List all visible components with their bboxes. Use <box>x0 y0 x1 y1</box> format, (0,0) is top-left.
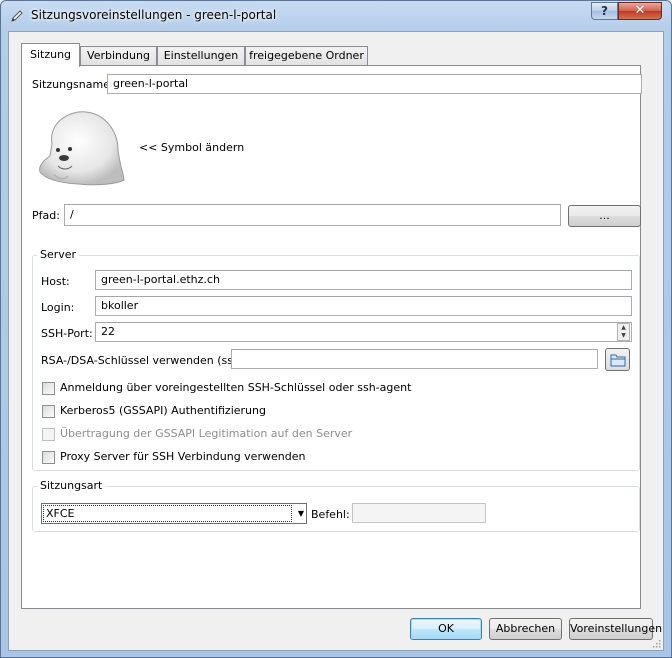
defaults-button[interactable]: Voreinstellungen <box>569 618 662 640</box>
host-label: Host: <box>41 275 70 288</box>
checkbox-box[interactable] <box>42 451 55 464</box>
browse-path-button[interactable]: ... <box>568 205 641 227</box>
tab-freigegebene-ordner[interactable]: freigegebene Ordner <box>245 46 368 66</box>
pencil-icon <box>11 10 23 22</box>
session-type-selected: XFCE <box>43 505 292 522</box>
tab-einstellungen[interactable]: Einstellungen <box>157 46 245 66</box>
window-title: Sitzungsvoreinstellungen - green-l-porta… <box>31 8 277 22</box>
ssh-agent-checkbox-label: Anmeldung über voreingestellten SSH-Schl… <box>60 381 412 394</box>
path-label: Pfad: <box>32 209 60 222</box>
checkbox-box[interactable] <box>42 405 55 418</box>
chevron-down-icon[interactable]: ▼ <box>618 332 629 340</box>
host-input[interactable]: green-l-portal.ethz.ch <box>95 270 632 290</box>
server-group-title: Server <box>37 248 80 261</box>
checkbox-box <box>42 428 55 441</box>
ssh-port-input[interactable]: 22 <box>95 322 632 342</box>
login-input[interactable]: bkoller <box>95 296 632 316</box>
tab-sitzung[interactable]: Sitzung <box>21 43 80 67</box>
dialog-client: Sitzung Verbindung Einstellungen freigeg… <box>8 31 664 651</box>
session-name-input[interactable]: green-l-portal <box>107 74 642 94</box>
ssh-port-label: SSH-Port: <box>41 327 93 340</box>
command-label: Befehl: <box>311 508 350 521</box>
resize-grip-icon[interactable] <box>651 638 661 648</box>
close-button[interactable]: ✕ <box>618 2 662 20</box>
seal-icon[interactable] <box>34 106 128 190</box>
folder-icon <box>610 354 626 367</box>
change-icon-link[interactable]: << Symbol ändern <box>139 141 244 154</box>
dialog-window: Sitzungsvoreinstellungen - green-l-porta… <box>0 0 672 658</box>
ssh-port-spinner[interactable]: ▲ ▼ <box>617 323 630 341</box>
proxy-checkbox-label: Proxy Server für SSH Verbindung verwende… <box>60 450 306 463</box>
session-type-select[interactable]: XFCE ▼ <box>41 503 307 524</box>
checkbox-box[interactable] <box>42 382 55 395</box>
gssapi-delegation-checkbox-label: Übertragung der GSSAPI Legitimation auf … <box>60 427 353 440</box>
browse-ssh-key-button[interactable] <box>605 348 630 371</box>
ok-button[interactable]: OK <box>410 618 482 640</box>
help-button[interactable]: ? <box>591 2 618 20</box>
path-input[interactable]: / <box>64 204 561 226</box>
command-input <box>352 503 486 523</box>
tab-verbindung[interactable]: Verbindung <box>80 46 157 66</box>
tab-panel-sitzung: Sitzungsname: green-l-portal << Symbol ä <box>21 65 642 609</box>
session-name-label: Sitzungsname: <box>32 78 114 91</box>
dropdown-arrow-icon[interactable]: ▼ <box>298 504 304 523</box>
login-label: Login: <box>41 301 75 314</box>
session-type-group-title: Sitzungsart <box>37 479 106 492</box>
title-bar[interactable]: Sitzungsvoreinstellungen - green-l-porta… <box>1 1 671 31</box>
chevron-up-icon[interactable]: ▲ <box>618 324 629 332</box>
kerberos-checkbox-label: Kerberos5 (GSSAPI) Authentifizierung <box>60 404 266 417</box>
cancel-button[interactable]: Abbrechen <box>489 618 562 640</box>
ssh-key-input[interactable] <box>231 349 598 369</box>
ssh-key-label: RSA-/DSA-Schlüssel verwenden (ssh): <box>41 354 248 367</box>
